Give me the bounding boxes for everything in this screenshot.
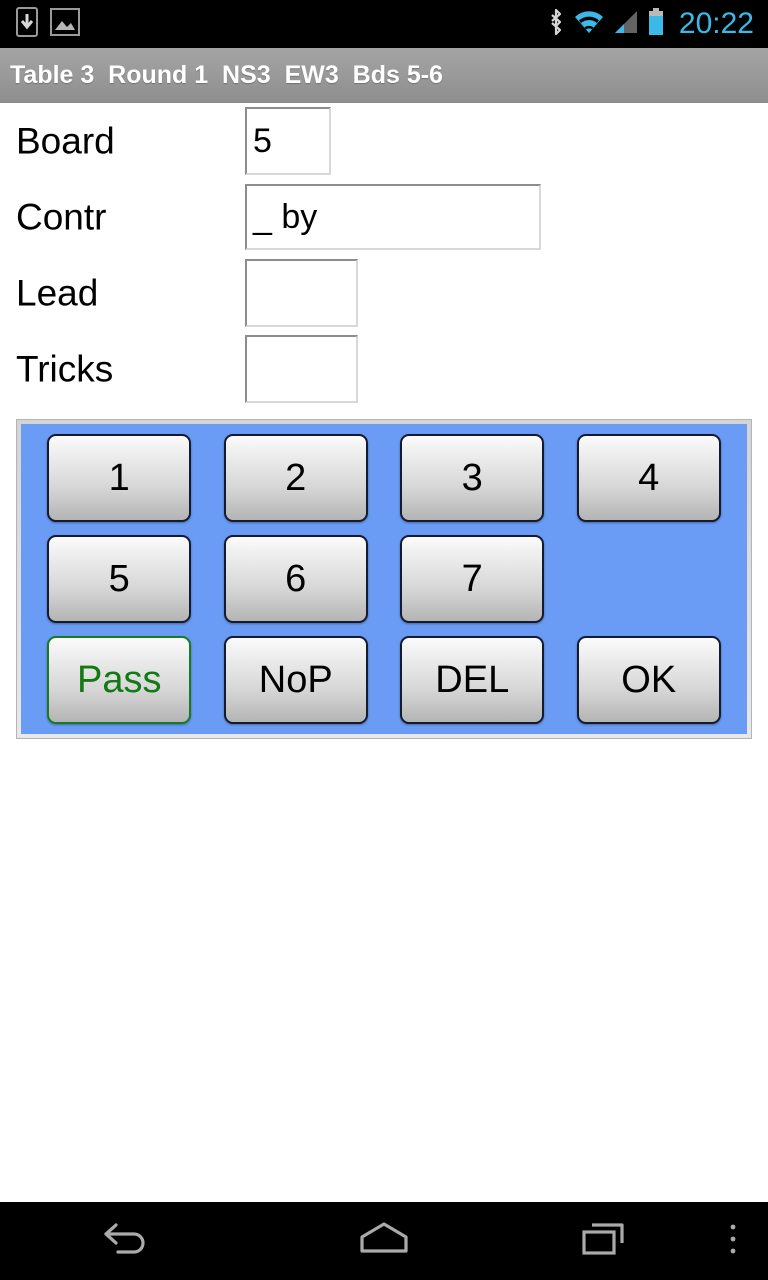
keypad-cell: DEL [384,634,561,726]
key-pass[interactable]: Pass [47,636,192,724]
contract-label: Contr [16,196,107,238]
screenshot-image-icon [50,7,80,42]
cellular-signal-icon [613,9,639,40]
form-row-lead: Lead [0,255,768,331]
keypad-cell: Pass [31,634,208,726]
battery-icon [647,7,665,41]
title-bar-text: Table 3 Round 1 NS3 EW3 Bds 5-6 [10,60,443,89]
back-arrow-icon [102,1219,154,1264]
key-6[interactable]: 6 [223,535,368,623]
status-bar-clock: 20:22 [678,7,754,40]
recent-apps-icon [578,1219,632,1264]
key-1[interactable]: 1 [47,434,192,522]
download-icon [16,6,38,42]
wifi-icon [573,9,605,40]
keypad-panel: 1 2 3 4 5 6 7 Pass NoP DEL OK [16,419,752,739]
lead-input[interactable] [245,259,358,327]
keypad-cell: 7 [384,533,561,625]
nav-recents-button[interactable] [512,1219,698,1264]
form-row-board: Board 5 [0,103,768,179]
form-row-tricks: Tricks [0,331,768,407]
keypad-cell: 5 [31,533,208,625]
overflow-menu-icon [728,1222,738,1261]
board-input[interactable]: 5 [245,107,331,175]
nav-menu-button[interactable] [698,1222,768,1261]
status-bar-right-icons: 20:22 [547,7,754,42]
app-title-bar: Table 3 Round 1 NS3 EW3 Bds 5-6 [0,48,768,103]
bluetooth-icon [547,7,565,42]
keypad-cell: 4 [561,432,738,524]
lead-label: Lead [16,272,99,314]
key-nop[interactable]: NoP [223,636,368,724]
key-7[interactable]: 7 [400,535,545,623]
status-bar: 20:22 [0,0,768,48]
keypad-cell: NoP [208,634,385,726]
keypad-cell-empty [561,533,738,625]
keypad-cell: 6 [208,533,385,625]
board-label: Board [16,120,115,162]
key-4[interactable]: 4 [576,434,721,522]
keypad-cell: 3 [384,432,561,524]
android-navigation-bar [0,1202,768,1280]
status-bar-left-icons [16,6,80,42]
form-row-contract: Contr _ by [0,179,768,255]
key-2[interactable]: 2 [223,434,368,522]
tricks-label: Tricks [16,348,114,390]
keypad-row-2: 5 6 7 [31,533,737,625]
score-entry-form: Board 5 Contr _ by Lead Tricks [0,103,768,407]
key-ok[interactable]: OK [576,636,721,724]
keypad-cell: 2 [208,432,385,524]
keypad-row-1: 1 2 3 4 [31,432,737,524]
key-5[interactable]: 5 [47,535,192,623]
keypad-grid: 1 2 3 4 5 6 7 Pass NoP DEL OK [21,424,747,734]
keypad-cell: OK [561,634,738,726]
keypad-cell: 1 [31,432,208,524]
nav-back-button[interactable] [0,1219,256,1264]
tricks-input[interactable] [245,335,358,403]
key-del[interactable]: DEL [400,636,545,724]
key-3[interactable]: 3 [400,434,545,522]
home-icon [356,1219,412,1264]
nav-home-button[interactable] [256,1219,512,1264]
contract-input[interactable]: _ by [245,184,541,250]
keypad-row-3: Pass NoP DEL OK [31,634,737,726]
